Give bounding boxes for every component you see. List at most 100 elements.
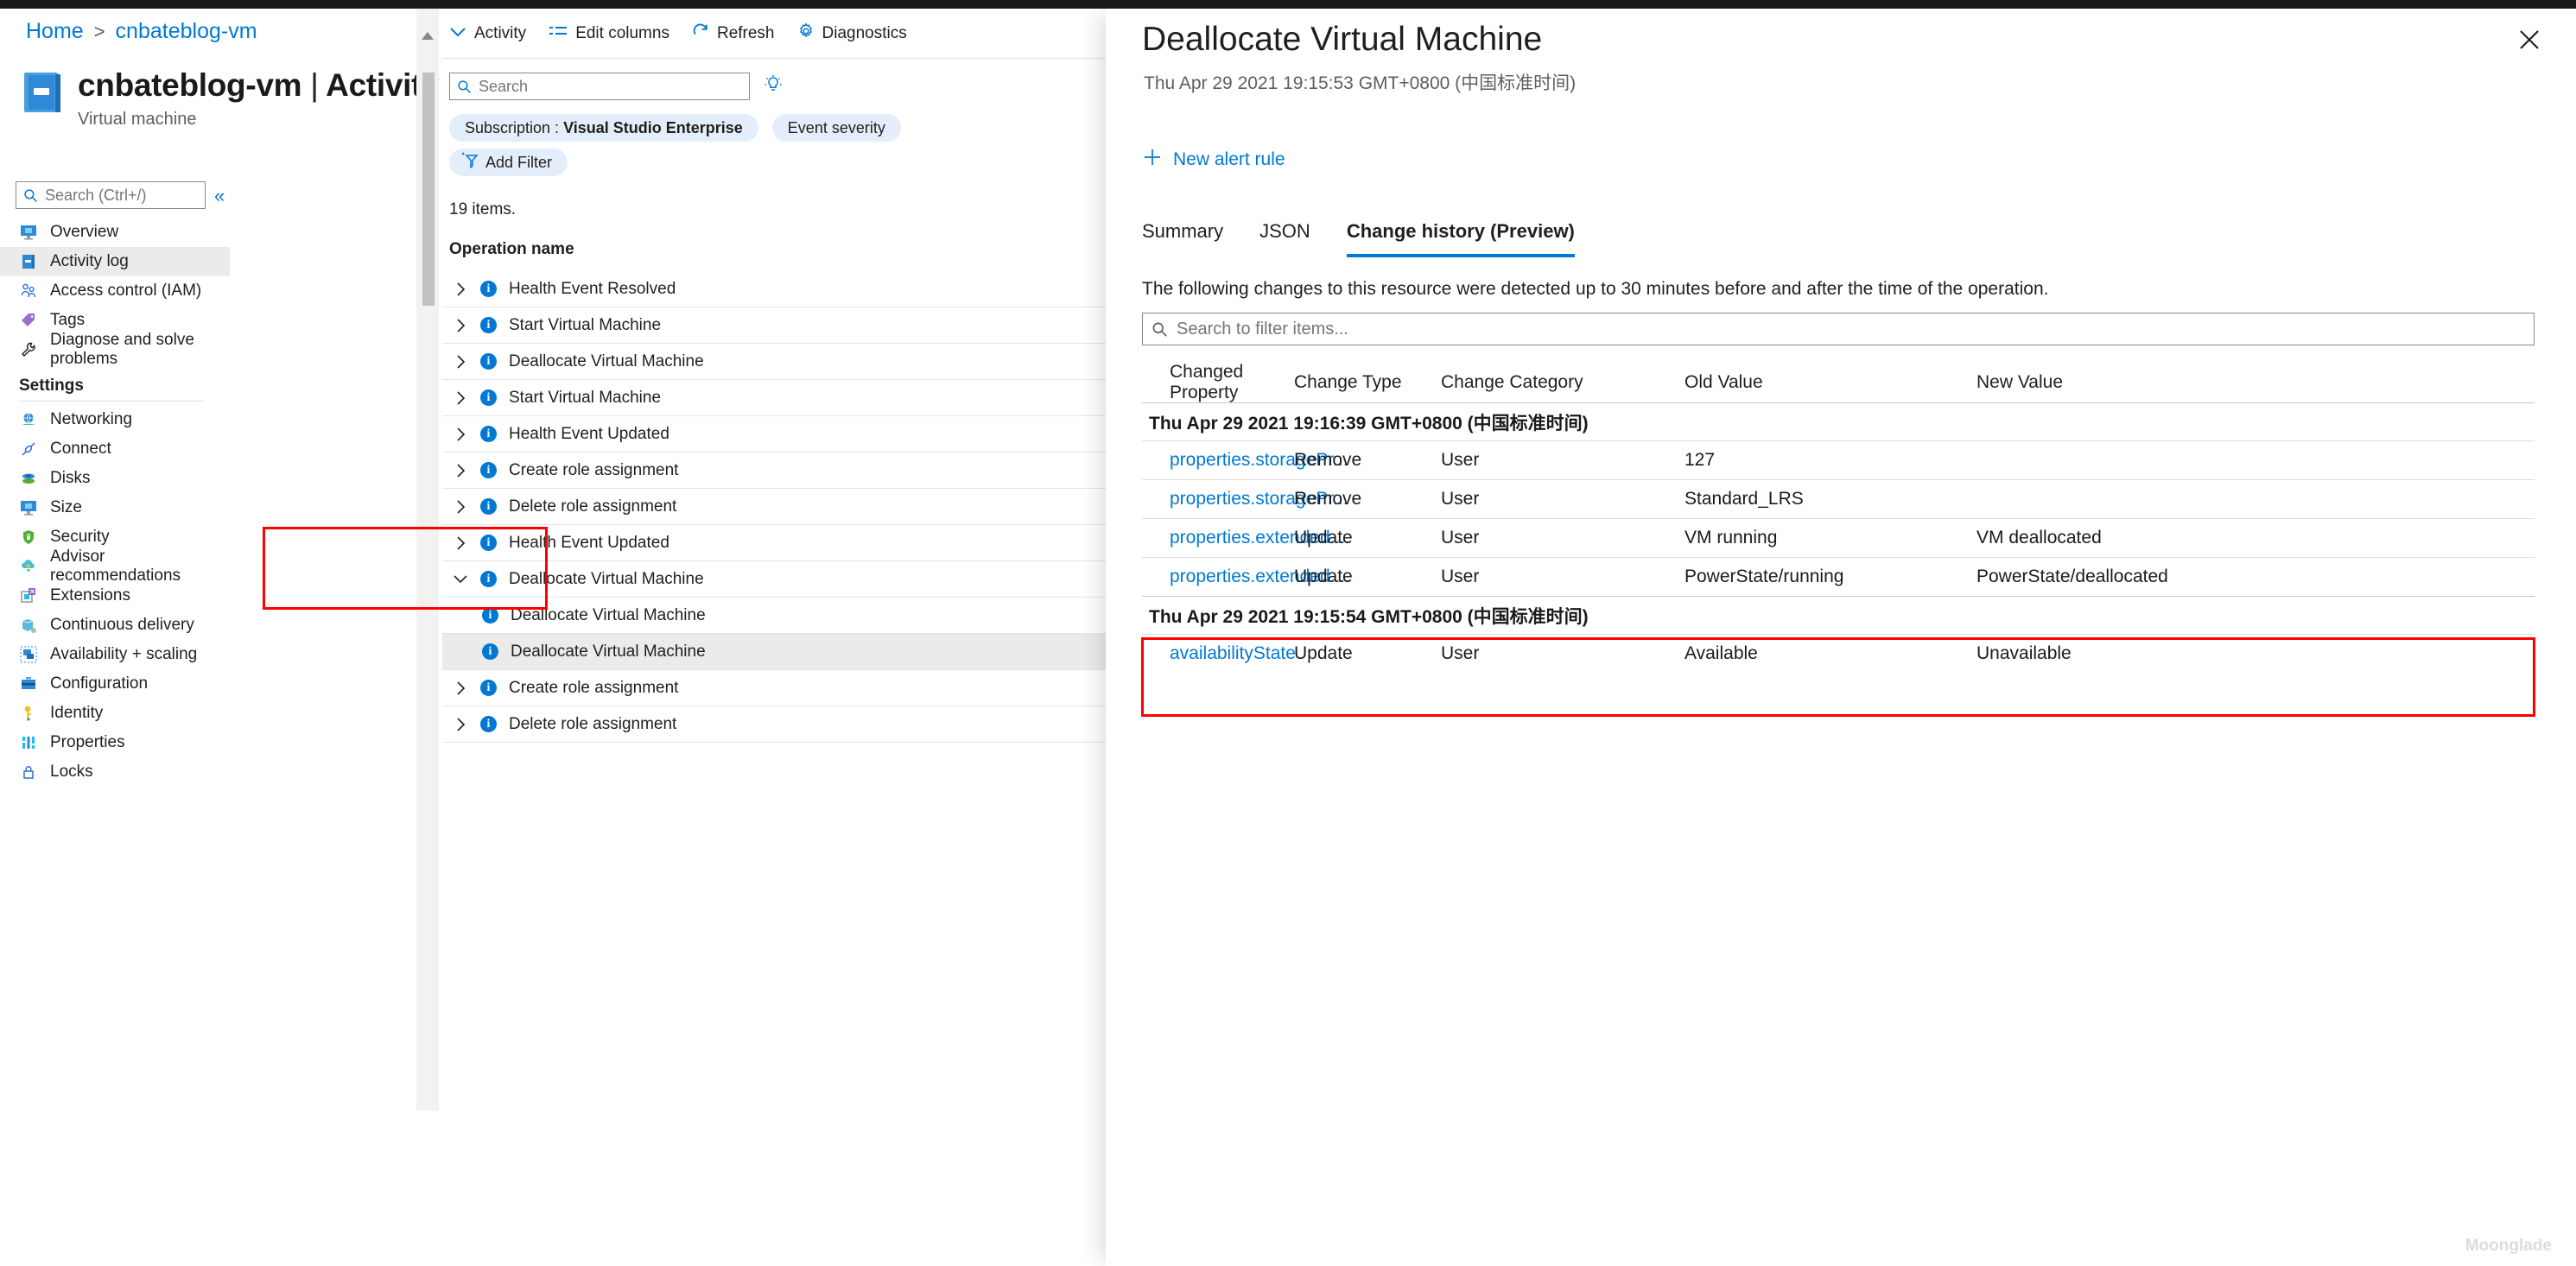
event-severity-filter-chip[interactable]: Event severity — [771, 114, 901, 142]
sidebar-item-access-control[interactable]: Access control (IAM) — [0, 276, 230, 306]
breadcrumb-current[interactable]: cnbateblog-vm — [116, 19, 257, 44]
chevron-right-icon[interactable] — [453, 354, 468, 370]
chevron-right-icon[interactable] — [453, 282, 468, 297]
sidebar-item-availability-scaling[interactable]: Availability + scaling — [0, 640, 230, 669]
table-row[interactable]: i Start Virtual Machine — [442, 307, 1106, 344]
sidebar-item-activity-log[interactable]: Activity log — [0, 247, 230, 276]
table-row[interactable]: i Delete role assignment — [442, 706, 1106, 743]
table-row[interactable]: i Health Event Resolved — [442, 271, 1106, 307]
change-history-search-input[interactable] — [1177, 319, 1695, 339]
list-item[interactable]: i Deallocate Virtual Machine — [442, 598, 1106, 634]
sidebar-item-locks[interactable]: Locks — [0, 757, 230, 787]
tab-summary[interactable]: Summary — [1142, 220, 1223, 257]
new-alert-rule-button[interactable]: New alert rule — [1142, 147, 1285, 173]
sidebar-search-input[interactable] — [45, 186, 192, 205]
change-history-search[interactable] — [1142, 313, 2535, 345]
sliders-icon — [19, 733, 38, 752]
sidebar-item-label: Activity log — [50, 252, 129, 270]
changed-property-link[interactable]: properties.storagePr... — [1142, 489, 1348, 510]
operation-name: Start Virtual Machine — [509, 315, 662, 334]
operation-name: Create role assignment — [509, 678, 679, 697]
sidebar-item-identity[interactable]: Identity — [0, 699, 230, 728]
info-icon: i — [480, 716, 497, 732]
chevron-right-icon[interactable] — [453, 680, 468, 696]
refresh-button[interactable]: Refresh — [692, 22, 775, 45]
sidebar-item-diagnose[interactable]: Diagnose and solve problems — [0, 331, 230, 368]
sidebar-item-overview[interactable]: Overview — [0, 218, 230, 247]
table-row[interactable]: i Health Event Updated — [442, 416, 1106, 453]
table-row[interactable]: properties.extended.... Update User Powe… — [1142, 557, 2535, 596]
change-type: Update — [1294, 643, 1353, 663]
chevron-down-icon[interactable] — [453, 574, 468, 584]
table-row[interactable]: properties.storagePr... Remove User 127 — [1142, 440, 2535, 479]
sidebar-item-size[interactable]: Size — [0, 493, 230, 522]
monitor-icon — [19, 498, 38, 517]
sidebar-scrollbar-thumb[interactable] — [422, 73, 435, 306]
change-type: Update — [1294, 567, 1353, 586]
table-row[interactable]: i Start Virtual Machine — [442, 380, 1106, 416]
chevron-right-icon[interactable] — [453, 318, 468, 333]
sidebar-item-networking[interactable]: Networking — [0, 405, 230, 434]
info-icon: i — [480, 281, 497, 297]
sidebar-collapse-button[interactable]: « — [214, 185, 225, 207]
chevron-right-icon[interactable] — [453, 499, 468, 515]
globe-icon — [19, 410, 38, 429]
add-filter-label: Add Filter — [485, 153, 553, 171]
table-row-expanded[interactable]: i Deallocate Virtual Machine — [442, 561, 1106, 598]
breadcrumb-home[interactable]: Home — [26, 19, 84, 44]
subscription-filter-chip[interactable]: Subscription : Visual Studio Enterprise — [449, 114, 758, 142]
scroll-up-arrow-icon[interactable] — [416, 9, 439, 62]
sidebar-item-connect[interactable]: Connect — [0, 434, 230, 464]
add-filter-button[interactable]: Add Filter — [449, 149, 568, 176]
table-row[interactable]: availabilityState Update User Available … — [1142, 634, 2535, 673]
chevron-right-icon[interactable] — [453, 390, 468, 406]
operation-name: Health Event Resolved — [509, 279, 676, 298]
chevron-right-icon[interactable] — [453, 463, 468, 478]
table-row[interactable]: i Create role assignment — [442, 453, 1106, 489]
diagnostics-button[interactable]: Diagnostics — [797, 22, 907, 45]
activity-log-search-input[interactable] — [479, 77, 729, 96]
tab-change-history[interactable]: Change history (Preview) — [1346, 220, 1575, 257]
close-icon[interactable] — [2514, 24, 2545, 55]
new-value: VM deallocated — [1976, 528, 2102, 548]
table-row[interactable]: properties.storagePr... Remove User Stan… — [1142, 479, 2535, 518]
info-icon: i — [480, 317, 497, 333]
change-category: User — [1441, 489, 1480, 509]
changed-property-link[interactable]: properties.storagePr... — [1142, 450, 1348, 471]
table-group-header: Thu Apr 29 2021 19:16:39 GMT+0800 (中国标准时… — [1142, 402, 2535, 440]
sidebar-item-extensions[interactable]: Extensions — [0, 581, 230, 611]
sidebar-item-properties[interactable]: Properties — [0, 728, 230, 757]
column-change-type: Change Type — [1294, 372, 1402, 392]
table-row[interactable]: i Health Event Updated — [442, 525, 1106, 561]
changed-property-link[interactable]: availabilityState — [1142, 643, 1296, 664]
edit-columns-button[interactable]: Edit columns — [549, 24, 669, 43]
operation-name: Deallocate Virtual Machine — [509, 569, 704, 588]
list-item-selected[interactable]: i Deallocate Virtual Machine — [442, 634, 1106, 670]
table-row[interactable]: properties.extended.... Update User VM r… — [1142, 518, 2535, 557]
activity-log-search[interactable] — [449, 73, 750, 100]
table-row[interactable]: i Delete role assignment — [442, 489, 1106, 525]
chevron-right-icon[interactable] — [453, 427, 468, 442]
tab-json[interactable]: JSON — [1259, 220, 1310, 257]
changed-property-link[interactable]: properties.extended.... — [1142, 528, 1350, 548]
sidebar-item-advisor[interactable]: Advisor recommendations — [0, 548, 230, 585]
sidebar-scrollbar[interactable] — [416, 9, 439, 1111]
sidebar-item-disks[interactable]: Disks — [0, 464, 230, 493]
plug-icon — [19, 440, 38, 459]
chevron-right-icon[interactable] — [453, 535, 468, 551]
table-row[interactable]: i Create role assignment — [442, 670, 1106, 706]
virtual-machine-icon — [24, 73, 62, 112]
table-row[interactable]: i Deallocate Virtual Machine — [442, 344, 1106, 380]
activity-filter-button[interactable]: Activity — [449, 24, 526, 43]
operation-name: Health Event Updated — [509, 424, 669, 443]
sidebar-item-configuration[interactable]: Configuration — [0, 669, 230, 699]
sidebar-item-label: Continuous delivery — [50, 616, 194, 634]
deallocate-vm-detail-panel: Deallocate Virtual Machine Thu Apr 29 20… — [1106, 9, 2576, 1266]
lightbulb-icon[interactable] — [764, 74, 783, 99]
sidebar-item-label: Properties — [50, 733, 125, 751]
changed-property-link[interactable]: properties.extended.... — [1142, 567, 1350, 587]
sidebar-item-continuous-delivery[interactable]: Continuous delivery — [0, 611, 230, 640]
chevron-right-icon[interactable] — [453, 717, 468, 732]
sidebar-item-label: Extensions — [50, 586, 130, 605]
sidebar-search[interactable] — [16, 181, 206, 209]
